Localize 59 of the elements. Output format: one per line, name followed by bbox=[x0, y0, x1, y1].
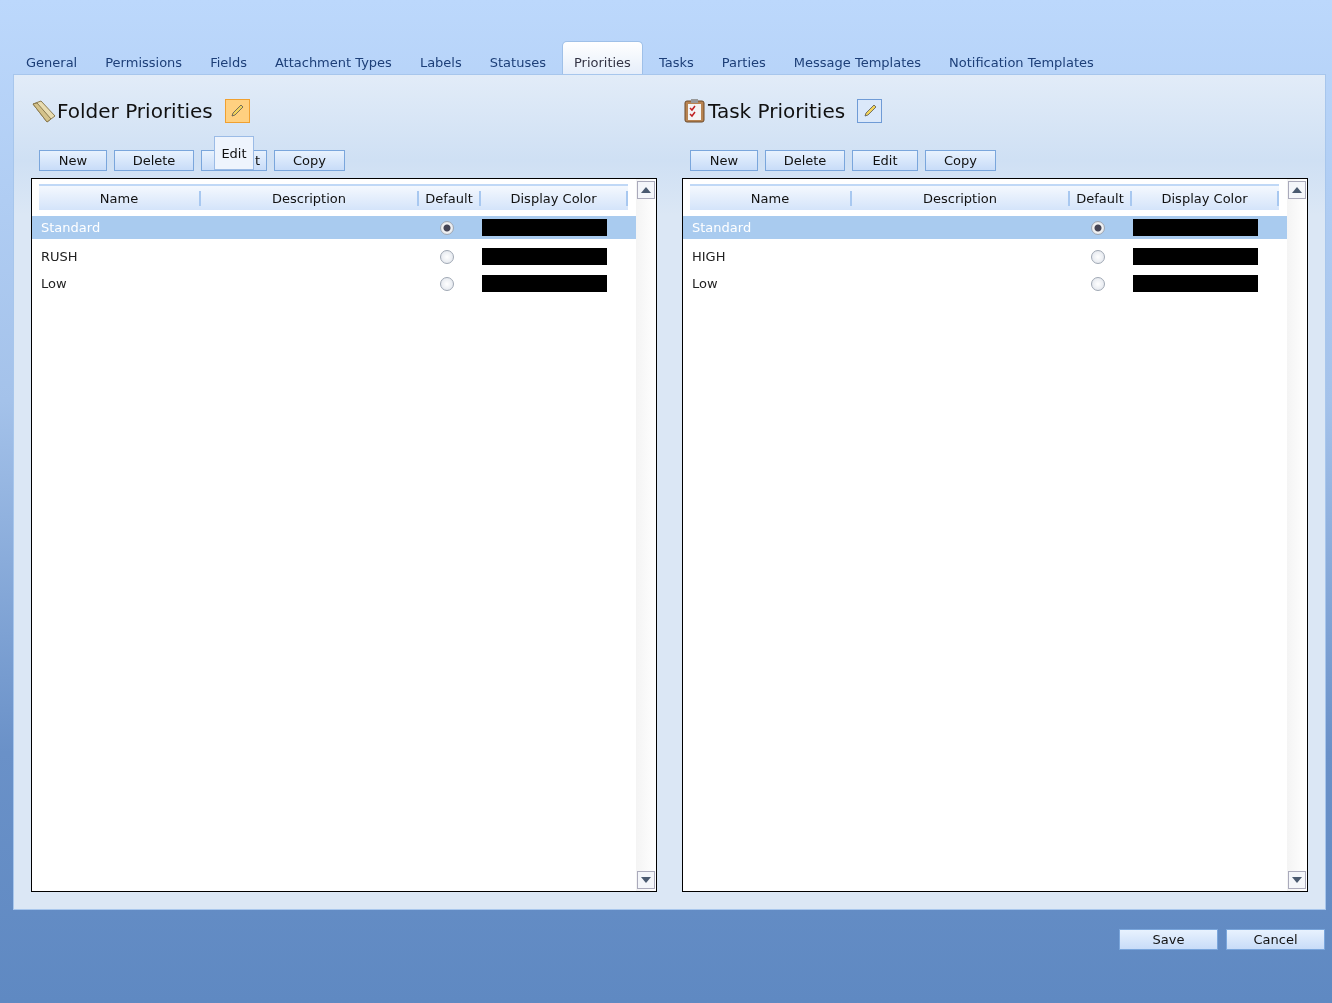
tab[interactable]: Tasks bbox=[646, 41, 706, 74]
table-cell-text: Low bbox=[691, 276, 719, 291]
scroll-down-icon[interactable] bbox=[1288, 871, 1306, 889]
table-cell-text: Standard bbox=[40, 220, 102, 235]
tab[interactable]: Notification Templates bbox=[937, 41, 1106, 74]
tab[interactable]: Statuses bbox=[477, 41, 558, 74]
column-header[interactable]: Name bbox=[39, 190, 201, 206]
column-header[interactable]: Default bbox=[419, 190, 481, 206]
radio-button[interactable] bbox=[440, 220, 454, 235]
toolbar-button[interactable]: New bbox=[690, 150, 758, 171]
footer-button[interactable]: Save bbox=[1119, 929, 1218, 950]
tab[interactable]: Permissions bbox=[93, 41, 195, 74]
radio-button[interactable] bbox=[1091, 249, 1105, 264]
toolbar-button[interactable]: Delete bbox=[114, 150, 194, 171]
toolbar-button[interactable]: Copy bbox=[925, 150, 996, 171]
radio-button[interactable] bbox=[440, 249, 454, 264]
clipboard-icon bbox=[682, 98, 708, 124]
radio-button[interactable] bbox=[1091, 220, 1105, 235]
column-header[interactable]: Display Color bbox=[1132, 190, 1279, 206]
tab[interactable]: Priorities bbox=[561, 41, 643, 74]
table-cell-text: Standard bbox=[691, 220, 753, 235]
column-header[interactable]: Description bbox=[852, 190, 1070, 206]
scroll-down-icon[interactable] bbox=[637, 871, 655, 889]
toolbar-button[interactable]: Edit bbox=[852, 150, 918, 171]
tab[interactable]: General bbox=[14, 41, 90, 74]
pencil-icon bbox=[861, 103, 878, 119]
toolbar-button[interactable]: Copy bbox=[274, 150, 345, 171]
footer-button[interactable]: Cancel bbox=[1226, 929, 1325, 950]
tab[interactable]: Attachment Types bbox=[262, 41, 404, 74]
column-header[interactable]: Name bbox=[690, 190, 852, 206]
table-row[interactable]: HIGH bbox=[683, 243, 1287, 270]
section-title: Folder Priorities bbox=[57, 99, 213, 123]
table-row[interactable]: Low bbox=[32, 270, 636, 297]
column-header[interactable]: Display Color bbox=[481, 190, 628, 206]
table-cell-text: RUSH bbox=[40, 249, 79, 264]
tooltip: Edit bbox=[214, 136, 254, 170]
radio-button[interactable] bbox=[1091, 276, 1105, 291]
table-cell-text: HIGH bbox=[691, 249, 727, 264]
scroll-up-icon[interactable] bbox=[1288, 181, 1306, 199]
table-row[interactable]: Low bbox=[683, 270, 1287, 297]
tab[interactable]: Fields bbox=[198, 41, 259, 74]
radio-button[interactable] bbox=[440, 276, 454, 291]
section-title: Task Priorities bbox=[708, 99, 846, 123]
edit-button[interactable] bbox=[224, 99, 250, 123]
edit-button[interactable] bbox=[857, 99, 883, 123]
scrollbar[interactable] bbox=[1287, 179, 1307, 891]
tab[interactable]: Message Templates bbox=[781, 41, 933, 74]
tab[interactable]: Parties bbox=[709, 41, 778, 74]
tab[interactable]: Labels bbox=[407, 41, 474, 74]
column-header[interactable]: Default bbox=[1070, 190, 1132, 206]
folder-icon bbox=[31, 98, 57, 124]
table-cell-text: Low bbox=[40, 276, 68, 291]
scrollbar[interactable] bbox=[636, 179, 656, 891]
scroll-up-icon[interactable] bbox=[637, 181, 655, 199]
toolbar-button[interactable]: Delete bbox=[765, 150, 845, 171]
table-row[interactable]: RUSH bbox=[32, 243, 636, 270]
pencil-icon bbox=[229, 103, 246, 119]
column-header[interactable]: Description bbox=[201, 190, 419, 206]
toolbar-button[interactable]: New bbox=[39, 150, 107, 171]
